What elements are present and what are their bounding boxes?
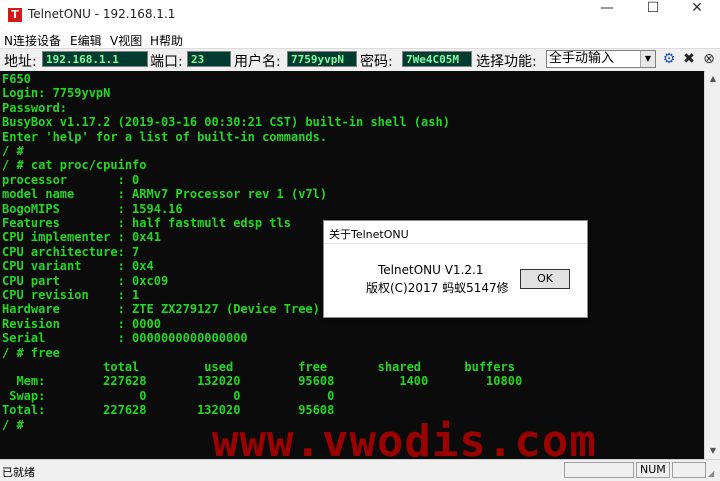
connect-icon[interactable]: ⚙	[660, 51, 678, 67]
dialog-version: TelnetONU V1.2.1	[378, 263, 484, 277]
resize-grip-icon[interactable]: ◢	[708, 469, 718, 479]
terminal-line: / # cat proc/cpuinfo	[2, 158, 147, 173]
dialog-divider	[324, 243, 587, 244]
terminal-line: / # free	[2, 345, 60, 360]
menu-edit[interactable]: E编辑	[70, 32, 102, 49]
terminal-line: BogoMIPS : 1594.16	[2, 201, 183, 216]
vertical-scrollbar[interactable]: ▲ ▼	[704, 71, 720, 459]
menu-view[interactable]: V视图	[110, 32, 142, 49]
chevron-down-icon[interactable]: ▼	[640, 51, 655, 67]
username-input[interactable]: 7759yvpN	[287, 51, 357, 67]
minimize-button[interactable]: —	[584, 0, 630, 30]
menu-bar: N连接设备 E编辑 V视图 H帮助	[0, 30, 720, 48]
function-select-value: 全手动输入	[549, 51, 615, 66]
terminal-line: Serial : 0000000000000000	[2, 331, 248, 346]
address-label: 地址:	[4, 54, 37, 70]
terminal-line: BusyBox v1.17.2 (2019-03-16 00:30:21 CST…	[2, 115, 450, 130]
scroll-up-icon[interactable]: ▲	[705, 71, 720, 87]
dialog-copyright: 版权(C)2017 蚂蚁5147修	[366, 281, 509, 295]
help-icon[interactable]: ⊗	[700, 51, 718, 67]
close-button[interactable]: ✕	[674, 0, 720, 30]
terminal-line: Revision : 0000	[2, 316, 161, 331]
terminal-line: model name : ARMv7 Processor rev 1 (v7l)	[2, 187, 328, 202]
status-bar: 已就绪 NUM ◢	[0, 459, 720, 481]
terminal-line: CPU revision : 1	[2, 288, 140, 302]
terminal-line: F650	[2, 72, 31, 86]
terminal-line: CPU architecture: 7	[2, 244, 140, 259]
dialog-title: 关于TelnetONU	[329, 228, 409, 241]
about-dialog: 关于TelnetONU TelnetONU V1.2.1 版权(C)2017 蚂…	[323, 220, 588, 318]
scroll-down-icon[interactable]: ▼	[705, 443, 720, 459]
ok-button[interactable]: OK	[520, 269, 570, 289]
username-label: 用户名:	[234, 54, 281, 70]
password-label: 密码:	[360, 54, 393, 70]
terminal-line: CPU variant : 0x4	[2, 259, 154, 274]
status-pane-blank	[672, 462, 706, 478]
status-text: 已就绪	[2, 466, 35, 479]
function-label: 选择功能:	[476, 54, 537, 70]
terminal-line: Enter 'help' for a list of built-in comm…	[2, 129, 328, 144]
terminal-line: CPU implementer : 0x41	[2, 230, 161, 245]
port-label: 端口:	[150, 54, 183, 70]
password-input[interactable]: 7We4C05M	[402, 51, 472, 67]
disconnect-icon[interactable]: ✖	[680, 51, 698, 67]
terminal-line: / #	[2, 417, 24, 432]
terminal-line: Hardware : ZTE ZX279127 (Device Tree)	[2, 302, 320, 317]
menu-connect-device[interactable]: N连接设备	[4, 32, 61, 49]
maximize-button[interactable]: ☐	[630, 0, 676, 30]
terminal-line: total used free shared buffers	[2, 360, 515, 374]
num-lock-indicator: NUM	[636, 462, 670, 478]
terminal-line: Mem: 227628 132020 95608 1400 10800	[2, 374, 523, 389]
terminal-line: Login: 7759yvpN	[2, 86, 111, 101]
terminal-line: Swap: 0 0 0	[2, 388, 335, 403]
terminal-line: Features : half fastmult edsp tls	[2, 216, 291, 230]
address-input[interactable]: 192.168.1.1	[42, 51, 148, 67]
port-input[interactable]: 23	[187, 51, 231, 67]
terminal-line: processor : 0	[2, 172, 140, 187]
title-bar[interactable]: T TelnetONU - 192.168.1.1 — ☐ ✕	[0, 0, 720, 30]
toolbar: 地址: 192.168.1.1 端口: 23 用户名: 7759yvpN 密码:…	[0, 48, 720, 72]
terminal-line: Password:	[2, 100, 68, 115]
app-icon: T	[8, 8, 22, 22]
terminal-line: / #	[2, 144, 24, 158]
status-pane-empty	[564, 462, 634, 478]
terminal-line: CPU part : 0xc09	[2, 273, 169, 288]
window-title: TelnetONU - 192.168.1.1	[28, 7, 176, 21]
function-select[interactable]: 全手动输入 ▼	[546, 50, 656, 68]
menu-help[interactable]: H帮助	[150, 32, 183, 49]
